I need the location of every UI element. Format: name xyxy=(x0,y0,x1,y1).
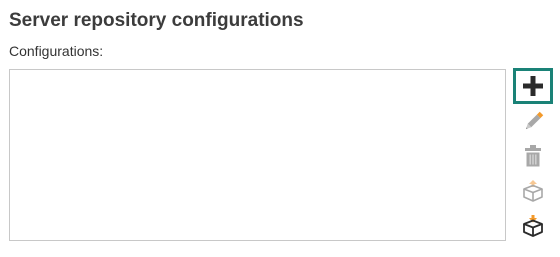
edit-configuration-button[interactable] xyxy=(515,106,551,138)
configurations-label: Configurations: xyxy=(9,43,104,59)
configurations-list[interactable] xyxy=(9,69,506,241)
plus-icon xyxy=(523,76,543,96)
import-configuration-button[interactable] xyxy=(515,210,551,242)
export-configuration-button[interactable] xyxy=(515,175,551,207)
pencil-icon xyxy=(525,111,544,130)
box-export-icon xyxy=(523,180,543,202)
add-configuration-button[interactable] xyxy=(513,68,553,104)
box-import-icon xyxy=(523,215,543,237)
trash-icon xyxy=(525,145,541,167)
delete-configuration-button[interactable] xyxy=(515,140,551,172)
server-repository-configurations-panel: Server repository configurations Configu… xyxy=(0,0,560,257)
configurations-toolbar xyxy=(513,68,553,243)
page-title: Server repository configurations xyxy=(9,10,304,31)
